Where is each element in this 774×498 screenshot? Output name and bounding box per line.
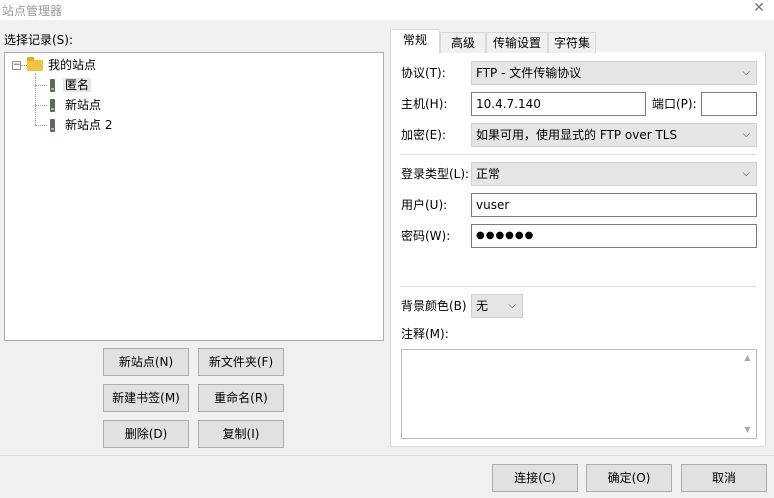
server-icon — [50, 79, 55, 92]
separator — [400, 154, 756, 155]
tree-item-anonymous[interactable]: 匿名 — [50, 76, 92, 94]
protocol-label: 协议(T): — [401, 66, 446, 80]
tree-item-label: 新站点 — [65, 98, 102, 112]
server-icon — [50, 99, 55, 112]
site-tree[interactable]: − 我的站点 匿名 新站点 新站点 2 — [4, 52, 384, 341]
scroll-down-icon[interactable]: ▼ — [739, 423, 756, 437]
cancel-button[interactable]: 取消 — [681, 464, 767, 492]
ok-button[interactable]: 确定(O) — [586, 464, 672, 492]
logon-type-value: 正常 — [476, 167, 501, 181]
comments-textarea[interactable]: ▲ ▼ — [401, 349, 757, 439]
protocol-value: FTP - 文件传输协议 — [476, 66, 582, 80]
logon-type-select[interactable]: 正常 ⌵ — [471, 162, 757, 186]
rename-button[interactable]: 重命名(R) — [198, 384, 284, 412]
bg-color-select[interactable]: 无 ⌵ — [471, 294, 523, 318]
tab-general[interactable]: 常规 — [390, 29, 440, 54]
tree-line — [35, 85, 47, 86]
port-input[interactable] — [701, 92, 757, 116]
encryption-value: 如果可用，使用显式的 FTP over TLS — [476, 128, 678, 142]
encryption-select[interactable]: 如果可用，使用显式的 FTP over TLS ⌵ — [471, 123, 757, 147]
new-bookmark-button[interactable]: 新建书签(M) — [103, 384, 189, 412]
tab-transfer-settings[interactable]: 传输设置 — [486, 32, 548, 53]
host-label: 主机(H): — [401, 97, 448, 111]
new-site-button[interactable]: 新站点(N) — [103, 348, 189, 376]
tree-item-new-site[interactable]: 新站点 — [50, 96, 103, 114]
user-label: 用户(U): — [401, 198, 448, 212]
server-icon — [50, 119, 55, 132]
protocol-select[interactable]: FTP - 文件传输协议 ⌵ — [471, 61, 757, 85]
password-input[interactable]: ●●●●●● — [471, 224, 757, 248]
title-bar — [0, 0, 774, 20]
user-input[interactable]: vuser — [471, 193, 757, 217]
chevron-down-icon: ⌵ — [742, 168, 750, 179]
port-label: 端口(P): — [652, 97, 697, 111]
tree-root[interactable]: 我的站点 — [27, 56, 98, 74]
host-input[interactable]: 10.4.7.140 — [471, 92, 646, 116]
folder-icon — [27, 57, 43, 71]
tree-root-label: 我的站点 — [48, 58, 97, 72]
logon-type-label: 登录类型(L): — [401, 167, 470, 181]
tab-charset[interactable]: 字符集 — [548, 32, 596, 53]
chevron-down-icon: ⌵ — [742, 129, 750, 140]
connect-button[interactable]: 连接(C) — [492, 464, 578, 492]
close-button[interactable]: ✕ — [746, 0, 772, 18]
tree-item-new-site-2[interactable]: 新站点 2 — [50, 116, 114, 134]
chevron-down-icon: ⌵ — [508, 300, 516, 311]
password-label: 密码(W): — [401, 229, 451, 243]
tree-line — [35, 125, 47, 126]
tab-advanced[interactable]: 高级 — [440, 32, 486, 53]
bg-color-value: 无 — [476, 299, 489, 313]
comments-label: 注释(M): — [401, 327, 449, 341]
bg-color-label: 背景颜色(B) — [401, 299, 467, 313]
separator — [400, 286, 756, 287]
comments-scrollbar[interactable]: ▲ ▼ — [739, 350, 756, 438]
window-title: 站点管理器 — [2, 4, 63, 18]
tree-item-label: 匿名 — [63, 78, 92, 92]
new-folder-button[interactable]: 新文件夹(F) — [198, 348, 284, 376]
tree-line — [35, 105, 47, 106]
collapse-icon[interactable]: − — [12, 61, 21, 70]
select-entry-label: 选择记录(S): — [4, 33, 74, 47]
chevron-down-icon: ⌵ — [742, 67, 750, 78]
tree-item-label: 新站点 2 — [65, 118, 113, 132]
encryption-label: 加密(E): — [401, 128, 446, 142]
copy-button[interactable]: 复制(I) — [198, 420, 284, 448]
delete-button[interactable]: 删除(D) — [103, 420, 189, 448]
separator — [0, 455, 774, 456]
tree-line — [35, 73, 36, 125]
scroll-up-icon[interactable]: ▲ — [739, 351, 756, 365]
